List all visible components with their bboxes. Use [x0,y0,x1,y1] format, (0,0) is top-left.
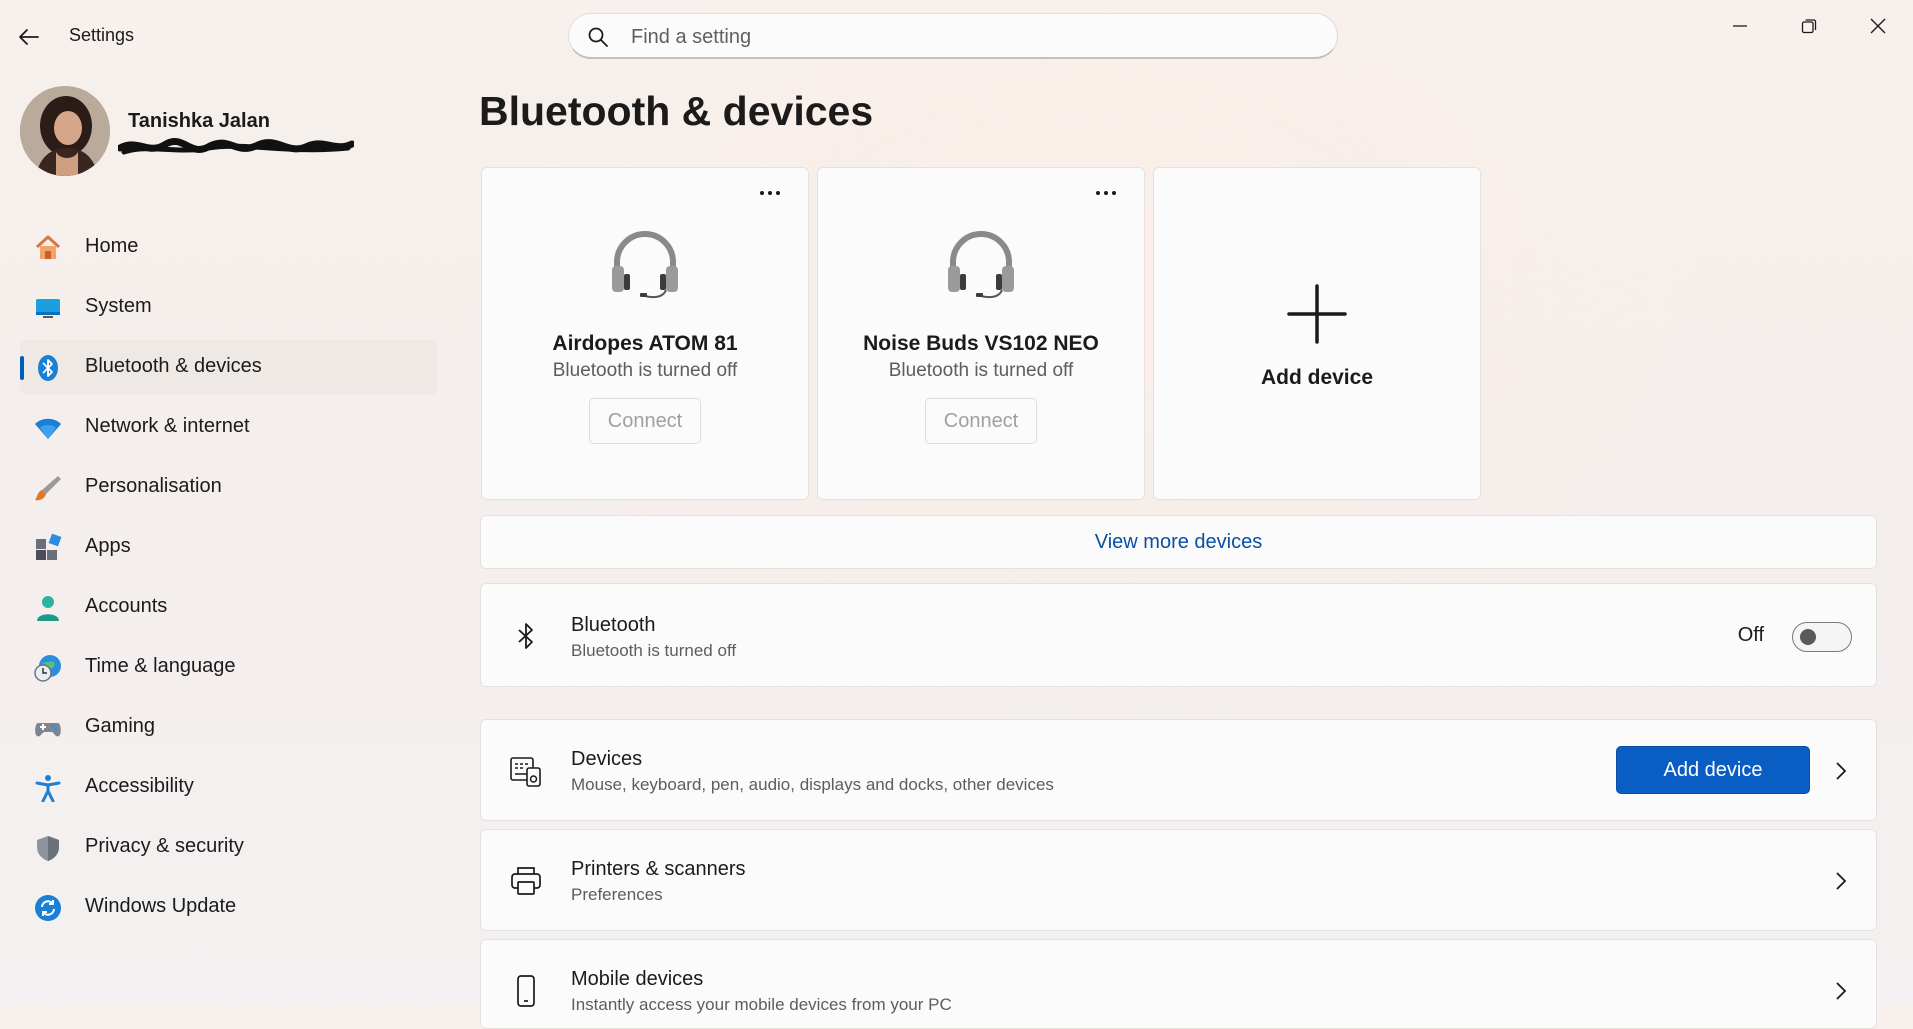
sidebar-nav: Home System Bluetooth & devices Network … [20,220,438,940]
bluetooth-setting-row: Bluetooth Bluetooth is turned off Off [480,583,1877,687]
sidebar-item-label: Windows Update [85,895,237,917]
title-bar: Settings [0,0,1913,72]
bluetooth-toggle[interactable] [1792,622,1852,652]
sidebar-item-label: Privacy & security [85,835,244,857]
sidebar-item-label: Home [85,235,139,257]
app-title: Settings [69,25,135,45]
bluetooth-icon [518,623,533,649]
system-icon [36,299,60,318]
row-title: Printers & scanners [571,858,746,880]
sidebar-item-accounts[interactable]: Accounts [20,580,438,634]
back-arrow-icon [19,29,39,45]
sidebar-item-network[interactable]: Network & internet [20,400,438,454]
sidebar-item-label: Accessibility [85,775,194,797]
sidebar-item-system[interactable]: System [20,280,438,334]
bluetooth-icon [38,355,58,381]
minimize-icon [1733,25,1747,27]
device-status: Bluetooth is turned off [552,360,738,381]
add-device-label: Add device [1260,366,1374,389]
headset-icon [612,231,678,299]
sidebar-item-label: Personalisation [85,475,222,497]
close-button[interactable] [1845,6,1913,46]
back-button[interactable] [14,22,44,52]
globe-clock-icon [34,655,61,682]
row-subtitle: Mouse, keyboard, pen, audio, displays an… [571,775,1054,794]
headset-icon [948,231,1014,299]
connect-button[interactable]: Connect [925,398,1037,444]
mobile-phone-icon [517,975,535,1007]
restore-icon [1801,19,1817,34]
device-status: Bluetooth is turned off [888,360,1074,381]
sidebar-item-gaming[interactable]: Gaming [20,700,438,754]
apps-icon [36,534,62,560]
sidebar-item-time-language[interactable]: Time & language [20,640,438,694]
row-subtitle: Bluetooth is turned off [571,641,737,660]
user-name: Tanishka Jalan [128,110,270,132]
shield-icon [37,836,59,861]
sidebar-item-accessibility[interactable]: Accessibility [20,760,438,814]
add-device-button[interactable]: Add device [1616,746,1810,794]
device-card[interactable]: Airdopes ATOM 81 Bluetooth is turned off… [481,167,809,500]
avatar[interactable] [20,86,110,176]
toggle-knob [1800,629,1816,645]
toggle-state-label: Off [1737,624,1764,646]
sidebar-item-label: Apps [85,535,131,557]
connect-button[interactable]: Connect [589,398,701,444]
chevron-right-icon [1836,872,1847,890]
device-name: Airdopes ATOM 81 [552,332,738,355]
printer-icon [511,867,541,895]
plus-icon [1287,284,1347,344]
row-title: Bluetooth [571,614,656,636]
add-device-card[interactable]: Add device [1153,167,1481,500]
devices-row[interactable]: Devices Mouse, keyboard, pen, audio, dis… [480,719,1877,821]
profile-photo-icon [20,86,110,176]
redacted-email-scribble [118,138,354,155]
restore-button[interactable] [1776,6,1844,46]
gamepad-icon [35,723,61,737]
sidebar-item-label: Accounts [85,595,168,617]
sidebar-item-label: Network & internet [85,415,250,437]
more-options-icon[interactable] [758,188,782,198]
row-subtitle: Instantly access your mobile devices fro… [571,995,952,1014]
search-input[interactable] [629,20,1313,54]
row-title: Devices [571,748,643,770]
update-icon [35,895,61,921]
sidebar-item-home[interactable]: Home [20,220,438,274]
active-indicator [20,356,24,380]
sidebar-item-windows-update[interactable]: Windows Update [20,880,438,934]
sidebar-item-apps[interactable]: Apps [20,520,438,574]
device-card[interactable]: Noise Buds VS102 NEO Bluetooth is turned… [817,167,1145,500]
sidebar-item-privacy-security[interactable]: Privacy & security [20,820,438,874]
wifi-icon [35,418,61,439]
mobile-devices-row[interactable]: Mobile devices Instantly access your mob… [480,939,1877,1029]
accessibility-icon [35,775,61,802]
accounts-icon [37,596,59,621]
printers-scanners-row[interactable]: Printers & scanners Preferences [480,829,1877,931]
page-title: Bluetooth & devices [479,88,874,134]
sidebar-item-label: Time & language [85,655,236,677]
sidebar-item-bluetooth-devices[interactable]: Bluetooth & devices [20,340,438,394]
search-box[interactable] [568,13,1338,59]
row-subtitle: Preferences [571,885,663,904]
row-title: Mobile devices [571,968,704,990]
view-more-devices-button[interactable]: View more devices [480,515,1877,569]
home-icon [35,235,61,259]
device-name: Noise Buds VS102 NEO [863,332,1099,355]
brush-icon [35,476,61,501]
more-options-icon[interactable] [1094,188,1118,198]
sidebar-item-label: Bluetooth & devices [85,355,262,377]
minimize-button[interactable] [1707,6,1775,46]
devices-icon [510,757,541,787]
chevron-right-icon [1836,982,1847,1000]
close-icon [1870,18,1886,34]
chevron-right-icon [1836,762,1847,780]
sidebar-item-label: System [85,295,152,317]
search-icon [588,27,608,47]
sidebar-item-personalisation[interactable]: Personalisation [20,460,438,514]
sidebar-item-label: Gaming [85,715,156,737]
